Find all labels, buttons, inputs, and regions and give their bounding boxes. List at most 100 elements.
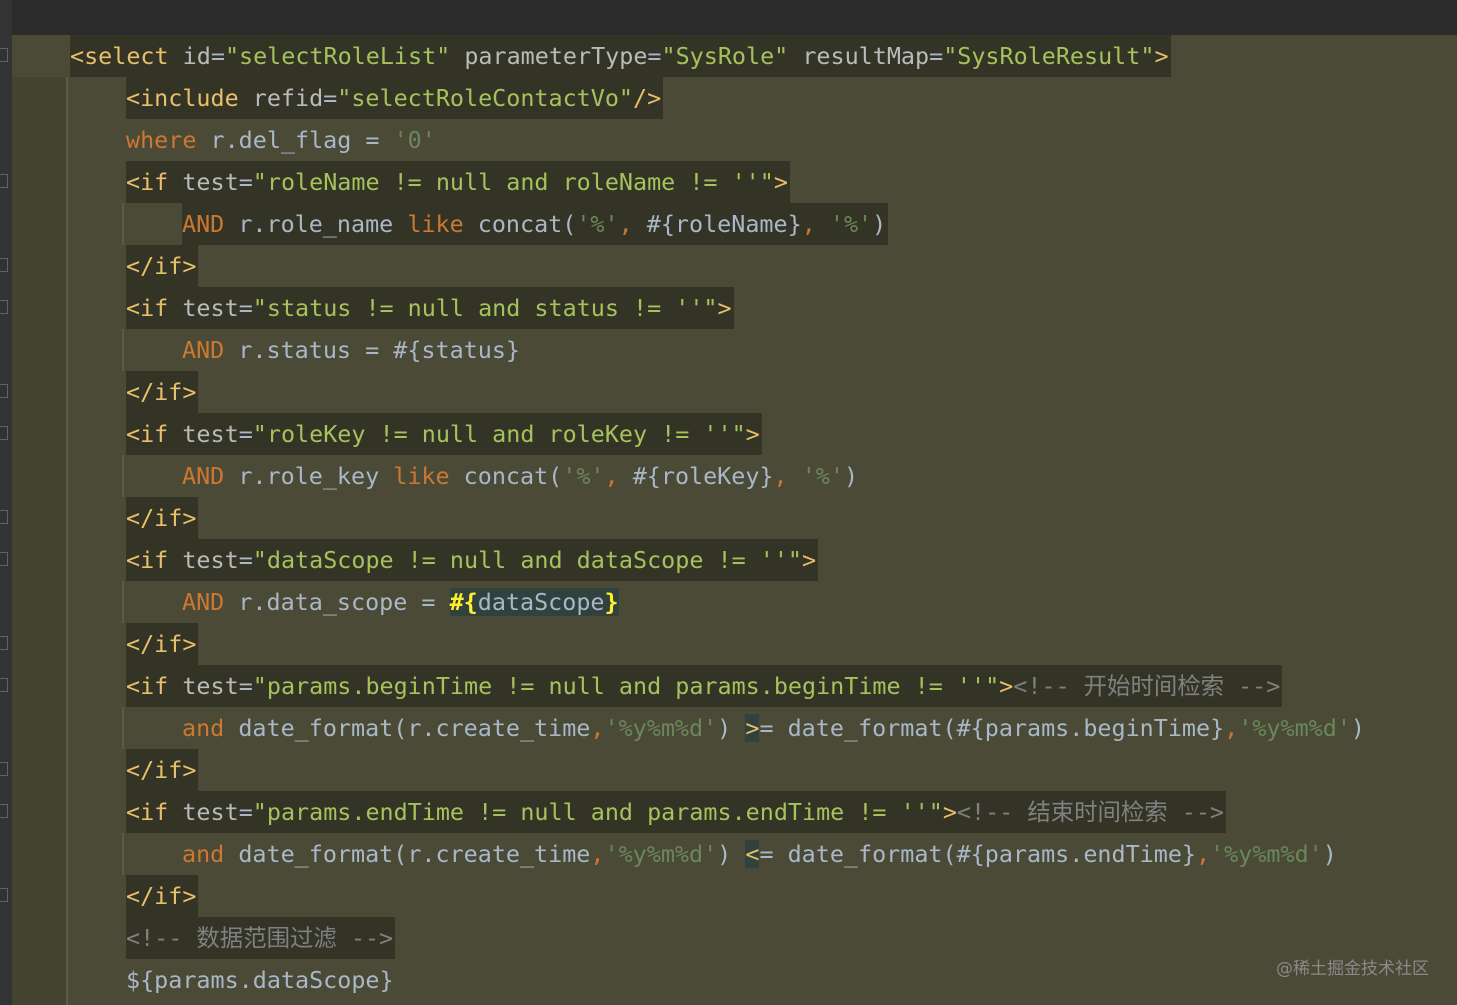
code-token: parameterType bbox=[450, 42, 648, 70]
code-token: <if bbox=[126, 168, 183, 196]
code-token: test bbox=[182, 546, 239, 574]
code-token: r.del_flag = bbox=[196, 126, 394, 154]
code-token: '%' bbox=[576, 210, 619, 238]
fold-marker-icon[interactable] bbox=[0, 384, 8, 398]
code-line[interactable]: </if> bbox=[126, 875, 199, 917]
code-line[interactable]: </if> bbox=[126, 497, 199, 539]
code-line[interactable]: <select id="selectRoleList" parameterTyp… bbox=[70, 35, 1171, 77]
code-line[interactable]: AND r.role_key like concat('%', #{roleKe… bbox=[182, 455, 860, 497]
code-token: '%y%m%d' bbox=[1210, 840, 1323, 868]
code-token: ) bbox=[843, 462, 859, 490]
code-token: , bbox=[618, 210, 633, 238]
code-token: and bbox=[182, 714, 225, 742]
code-token: > bbox=[773, 168, 788, 196]
code-line[interactable]: <if test="dataScope != null and dataScop… bbox=[126, 539, 819, 581]
code-token: "selectRoleList" bbox=[224, 42, 451, 70]
code-line[interactable]: AND r.data_scope = #{dataScope} bbox=[182, 581, 621, 623]
fold-marker-icon[interactable] bbox=[0, 426, 8, 440]
indent-guide bbox=[66, 77, 68, 1005]
fold-marker-icon[interactable] bbox=[0, 888, 8, 902]
code-token: } bbox=[604, 588, 619, 616]
code-token: = bbox=[238, 798, 253, 826]
code-token: '%' bbox=[801, 462, 844, 490]
code-token: r.role_name bbox=[224, 210, 408, 238]
code-line[interactable]: AND r.role_name like concat('%', #{roleN… bbox=[182, 203, 889, 245]
code-token: = bbox=[238, 546, 253, 574]
fold-marker-icon[interactable] bbox=[0, 804, 8, 818]
fold-marker-icon[interactable] bbox=[0, 762, 8, 776]
code-token: < bbox=[745, 840, 760, 868]
code-token: <if bbox=[126, 420, 183, 448]
code-token: '%y%m%d' bbox=[1238, 714, 1351, 742]
indent-guide bbox=[122, 203, 124, 245]
code-token: r.role_key bbox=[224, 462, 394, 490]
code-editor[interactable]: <select id="selectRoleList" parameterTyp… bbox=[0, 0, 1457, 1005]
code-line[interactable]: ${params.dataScope} bbox=[126, 959, 396, 1001]
editor-gutter[interactable] bbox=[0, 0, 12, 1005]
code-token: "dataScope != null and dataScope != ''" bbox=[252, 546, 802, 574]
code-line[interactable]: <include refid="selectRoleContactVo"/> bbox=[126, 77, 664, 119]
code-line[interactable]: </if> bbox=[126, 371, 199, 413]
code-token: = bbox=[647, 42, 662, 70]
code-line[interactable]: </if> bbox=[126, 623, 199, 665]
fold-marker-icon[interactable] bbox=[0, 258, 8, 272]
code-token: , bbox=[1224, 714, 1239, 742]
code-line[interactable]: and date_format(r.create_time,'%y%m%d') … bbox=[182, 833, 1339, 875]
code-line[interactable]: <if test="status != null and status != '… bbox=[126, 287, 734, 329]
fold-marker-icon[interactable] bbox=[0, 48, 8, 62]
code-token: = date_format(#{params.endTime} bbox=[759, 840, 1196, 868]
code-token: > bbox=[1154, 42, 1169, 70]
code-token: , bbox=[773, 462, 788, 490]
code-token: like bbox=[407, 210, 464, 238]
code-line[interactable]: where r.del_flag = '0' bbox=[126, 119, 438, 161]
code-token: > bbox=[942, 798, 957, 826]
code-token: "status != null and status != ''" bbox=[252, 294, 718, 322]
code-token: '%' bbox=[829, 210, 873, 238]
code-line[interactable]: </if> bbox=[126, 245, 199, 287]
code-token: ) bbox=[717, 714, 746, 742]
code-token: </if> bbox=[126, 882, 197, 910]
code-line[interactable]: <if test="params.beginTime != null and p… bbox=[126, 665, 1283, 707]
code-token: test bbox=[182, 420, 239, 448]
code-line[interactable]: and date_format(r.create_time,'%y%m%d') … bbox=[182, 707, 1367, 749]
code-token: , bbox=[801, 210, 816, 238]
code-token: <if bbox=[126, 798, 183, 826]
code-token: <!-- 开始时间检索 --> bbox=[1013, 672, 1281, 700]
code-token: <if bbox=[126, 672, 183, 700]
fold-marker-icon[interactable] bbox=[0, 552, 8, 566]
code-token: , bbox=[590, 840, 605, 868]
fold-marker-icon[interactable] bbox=[0, 636, 8, 650]
code-line[interactable]: <if test="roleName != null and roleName … bbox=[126, 161, 790, 203]
code-token: ) bbox=[1350, 714, 1366, 742]
code-token: = bbox=[238, 294, 253, 322]
code-token: test bbox=[182, 672, 239, 700]
fold-marker-icon[interactable] bbox=[0, 678, 8, 692]
code-token: </if> bbox=[126, 378, 197, 406]
code-token: AND bbox=[182, 588, 225, 616]
code-token: <if bbox=[126, 546, 183, 574]
code-token: = bbox=[929, 42, 944, 70]
code-line[interactable]: </if> bbox=[126, 749, 199, 791]
code-token: ) bbox=[1322, 840, 1337, 868]
code-token: = bbox=[238, 672, 253, 700]
watermark: @稀土掘金技术社区 bbox=[1276, 959, 1429, 979]
code-token: ${params.dataScope} bbox=[126, 966, 394, 994]
code-line[interactable]: <if test="roleKey != null and roleKey !=… bbox=[126, 413, 762, 455]
code-token: "roleKey != null and roleKey != ''" bbox=[252, 420, 746, 448]
fold-marker-icon[interactable] bbox=[0, 174, 8, 188]
indent-guide bbox=[122, 707, 124, 749]
indent-guide bbox=[122, 329, 124, 371]
code-line[interactable]: <!-- 数据范围过滤 --> bbox=[126, 917, 396, 959]
code-token: like bbox=[393, 462, 450, 490]
code-token: , bbox=[604, 462, 619, 490]
fold-marker-icon[interactable] bbox=[0, 510, 8, 524]
code-token: ) bbox=[717, 840, 746, 868]
code-token: > bbox=[745, 714, 760, 742]
fold-marker-icon[interactable] bbox=[0, 300, 8, 314]
code-line[interactable]: AND r.status = #{status} bbox=[182, 329, 522, 371]
indent-guide bbox=[122, 581, 124, 623]
code-line[interactable]: <if test="params.endTime != null and par… bbox=[126, 791, 1227, 833]
code-token: '0' bbox=[393, 126, 436, 154]
